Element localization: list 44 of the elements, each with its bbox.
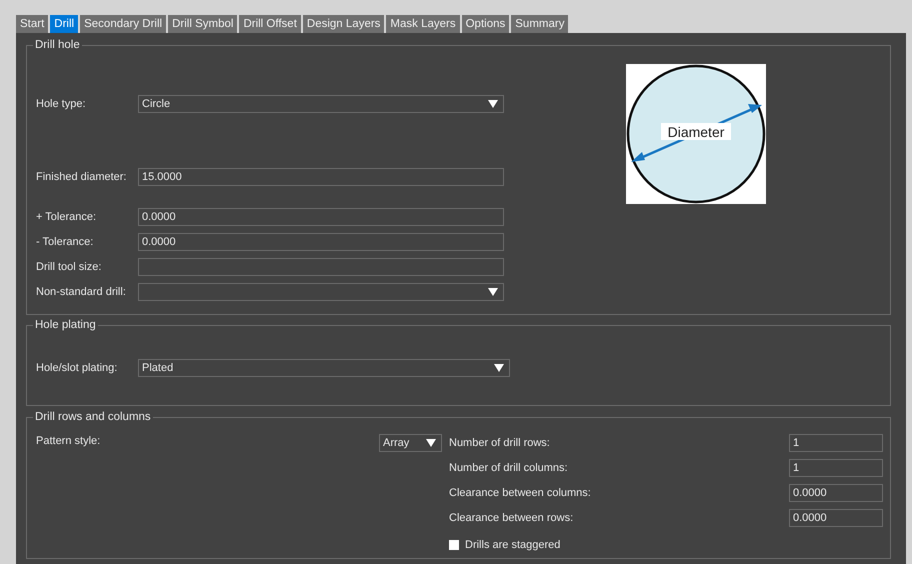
caret-icon [426,439,436,447]
tab[interactable]: Mask Layers [386,15,460,33]
tab[interactable]: Start [16,15,48,33]
dropdown[interactable]: Array [379,434,442,452]
tab[interactable]: Drill Symbol [168,15,238,33]
group-title: Hole plating [33,318,98,332]
field-label: - Tolerance: [36,234,94,250]
field-label: Hole/slot plating: [36,360,118,376]
dropdown[interactable]: Plated [138,359,510,377]
tab[interactable]: Secondary Drill [80,15,166,33]
field-label: Number of drill rows: [449,436,551,451]
checkbox-label: Drills are staggered [465,538,560,553]
field-label: Hole type: [36,96,87,112]
dropdown-value: Circle [142,97,170,112]
tab[interactable]: Drill Offset [239,15,301,33]
input-field[interactable]: 0.0000 [138,233,504,251]
input-field[interactable]: 0.0000 [789,509,883,527]
tab[interactable]: Summary [511,15,568,33]
field-label: Clearance between rows: [449,510,574,526]
dropdown-value: Plated [142,361,174,376]
input-field[interactable]: 15.0000 [138,168,504,186]
field-label: + Tolerance: [36,210,98,225]
caret-icon [488,100,498,108]
tab[interactable]: Drill [50,15,78,33]
input-field[interactable] [138,258,504,276]
field-label: Finished diameter: [36,170,128,185]
dropdown[interactable] [138,283,504,301]
field-label: Drill tool size: [36,260,102,275]
input-field[interactable]: 0.0000 [789,484,883,502]
caret-icon [488,288,498,296]
diagram-label: Diameter [668,124,724,140]
field-label: Pattern style: [36,434,102,448]
dropdown-value: Array [383,436,410,451]
field-label: Clearance between columns: [449,486,592,501]
dropdown[interactable]: Circle [138,95,504,113]
field-label: Non-standard drill: [36,284,127,300]
input-field[interactable]: 1 [789,459,883,477]
input-field[interactable]: 1 [789,434,883,452]
tab[interactable]: Options [462,15,510,33]
input-field[interactable]: 0.0000 [138,208,504,226]
checkbox[interactable] [449,540,459,550]
tab[interactable]: Design Layers [302,15,384,33]
caret-icon [494,364,504,372]
field-label: Number of drill columns: [449,460,569,476]
